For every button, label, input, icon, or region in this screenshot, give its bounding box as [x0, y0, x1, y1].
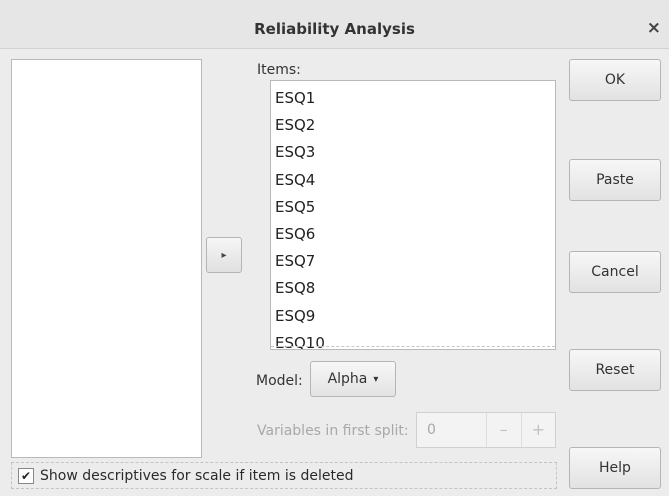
list-item[interactable]: ESQ4 [271, 167, 555, 194]
items-label: Items: [257, 62, 301, 78]
source-variable-list[interactable] [11, 59, 202, 458]
move-variable-button[interactable]: ▸ [206, 237, 242, 273]
list-item[interactable]: ESQ8 [271, 275, 555, 302]
list-scroll-edge [271, 346, 555, 349]
list-item[interactable]: ESQ9 [271, 303, 555, 330]
arrow-right-icon: ▸ [221, 249, 227, 261]
dialog-titlebar: Reliability Analysis × [0, 0, 669, 49]
list-item[interactable]: ESQ3 [271, 139, 555, 166]
checkmark-icon: ✔ [20, 468, 32, 483]
model-dropdown[interactable]: Alpha ▾ [310, 361, 396, 397]
ok-button[interactable]: OK [569, 59, 661, 101]
split-stepper[interactable]: 0 – + [416, 412, 556, 448]
paste-button[interactable]: Paste [569, 159, 661, 201]
list-item[interactable]: ESQ6 [271, 221, 555, 248]
dialog-title: Reliability Analysis [254, 20, 415, 38]
decrement-button[interactable]: – [486, 413, 520, 447]
close-icon[interactable]: × [647, 18, 661, 38]
list-item[interactable]: ESQ5 [271, 194, 555, 221]
model-label: Model: [256, 373, 303, 389]
show-descriptives-option[interactable]: ✔ Show descriptives for scale if item is… [11, 462, 557, 489]
chevron-down-icon: ▾ [373, 373, 379, 385]
items-list[interactable]: ESQ1 ESQ2 ESQ3 ESQ4 ESQ5 ESQ6 ESQ7 ESQ8 ESQ9 ESQ1… [270, 80, 556, 350]
list-item[interactable]: ESQ1 [271, 85, 555, 112]
cancel-button[interactable]: Cancel [569, 251, 661, 293]
split-label: Variables in first split: [257, 423, 409, 439]
show-descriptives-checkbox[interactable]: ✔ [18, 467, 34, 484]
list-item[interactable]: ESQ7 [271, 248, 555, 275]
help-button[interactable]: Help [569, 447, 661, 489]
split-stepper-value[interactable]: 0 [417, 422, 486, 438]
reset-button[interactable]: Reset [569, 349, 661, 391]
increment-button[interactable]: + [520, 413, 555, 447]
show-descriptives-label: Show descriptives for scale if item is d… [40, 467, 354, 484]
list-item[interactable]: ESQ2 [271, 112, 555, 139]
model-dropdown-value: Alpha [327, 371, 368, 387]
